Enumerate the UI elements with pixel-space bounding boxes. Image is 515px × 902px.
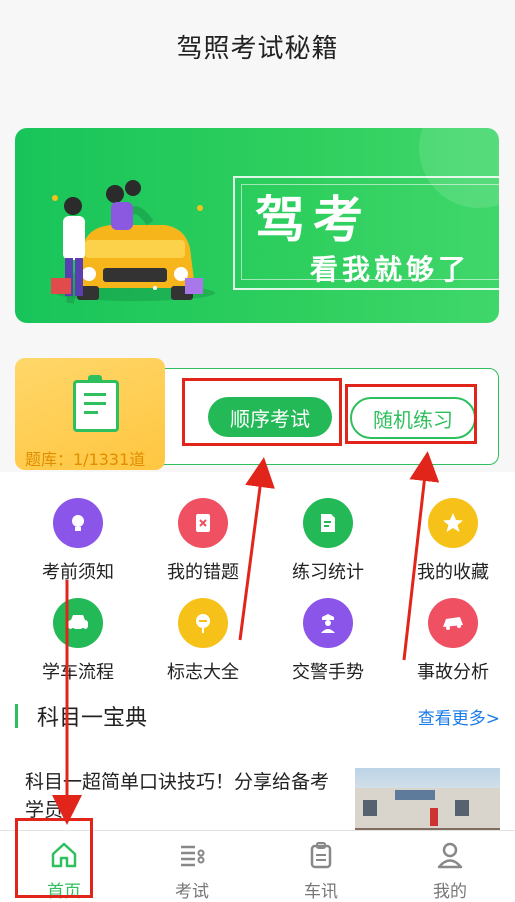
tab-label: 车讯 <box>304 882 338 902</box>
feature-tile[interactable]: 标志大全 <box>139 598 267 684</box>
car-icon <box>53 598 103 648</box>
promo-banner[interactable]: 驾考 看我就够了 <box>15 128 499 323</box>
question-bank-progress: 题库：1/1331道 <box>25 450 146 469</box>
tab-mine[interactable]: 我的 <box>386 831 514 902</box>
lightbulb-icon <box>53 498 103 548</box>
tab-label: 考试 <box>175 882 209 902</box>
section-accent-bar <box>15 704 18 728</box>
page-title: 驾照考试秘籍 <box>176 33 339 64</box>
annotation-box-sequential <box>182 378 342 446</box>
police-icon <box>303 598 353 648</box>
feature-tile[interactable]: 练习统计 <box>264 498 392 584</box>
annotation-box-random <box>345 384 477 444</box>
section-header: 科目一宝典 查看更多> <box>15 700 500 731</box>
feature-label: 我的收藏 <box>417 562 489 583</box>
feature-label: 练习统计 <box>292 562 364 583</box>
section-title: 科目一宝典 <box>37 706 148 731</box>
feature-label: 交警手势 <box>292 662 364 683</box>
feature-tile[interactable]: 事故分析 <box>389 598 515 684</box>
list-icon <box>128 837 256 873</box>
star-icon <box>428 498 478 548</box>
tab-exam[interactable]: 考试 <box>128 831 256 902</box>
feature-tile[interactable]: 交警手势 <box>264 598 392 684</box>
feature-tile[interactable]: 考前须知 <box>14 498 142 584</box>
article-thumbnail[interactable] <box>355 768 500 830</box>
question-bank-card[interactable]: 题库：1/1331道 <box>15 358 165 470</box>
view-more-link[interactable]: 查看更多> <box>418 704 500 729</box>
banner-subline: 看我就够了 <box>310 253 471 286</box>
feature-label: 标志大全 <box>167 662 239 683</box>
tab-news[interactable]: 车讯 <box>257 831 385 902</box>
clipboard-icon <box>73 375 119 432</box>
feature-label: 事故分析 <box>417 662 489 683</box>
banner-illustration <box>51 180 215 304</box>
tab-label: 我的 <box>433 882 467 902</box>
sign-icon <box>178 598 228 648</box>
feature-label: 我的错题 <box>167 562 239 583</box>
document-edit-icon <box>303 498 353 548</box>
feature-tile[interactable]: 学车流程 <box>14 598 142 684</box>
person-icon <box>386 837 514 873</box>
banner-headline: 驾考 <box>255 191 371 249</box>
article-title[interactable]: 科目一超简单口诀技巧！分享给备考学员！ <box>25 768 345 824</box>
feature-tile[interactable]: 我的错题 <box>139 498 267 584</box>
feature-tile[interactable]: 我的收藏 <box>389 498 515 584</box>
annotation-box-home <box>15 818 93 898</box>
clipboard-icon <box>257 837 385 873</box>
feature-label: 学车流程 <box>42 662 114 683</box>
feature-label: 考前须知 <box>42 562 114 583</box>
wrong-notebook-icon <box>178 498 228 548</box>
app-header: 驾照考试秘籍 <box>0 0 515 92</box>
crash-car-icon <box>428 598 478 648</box>
